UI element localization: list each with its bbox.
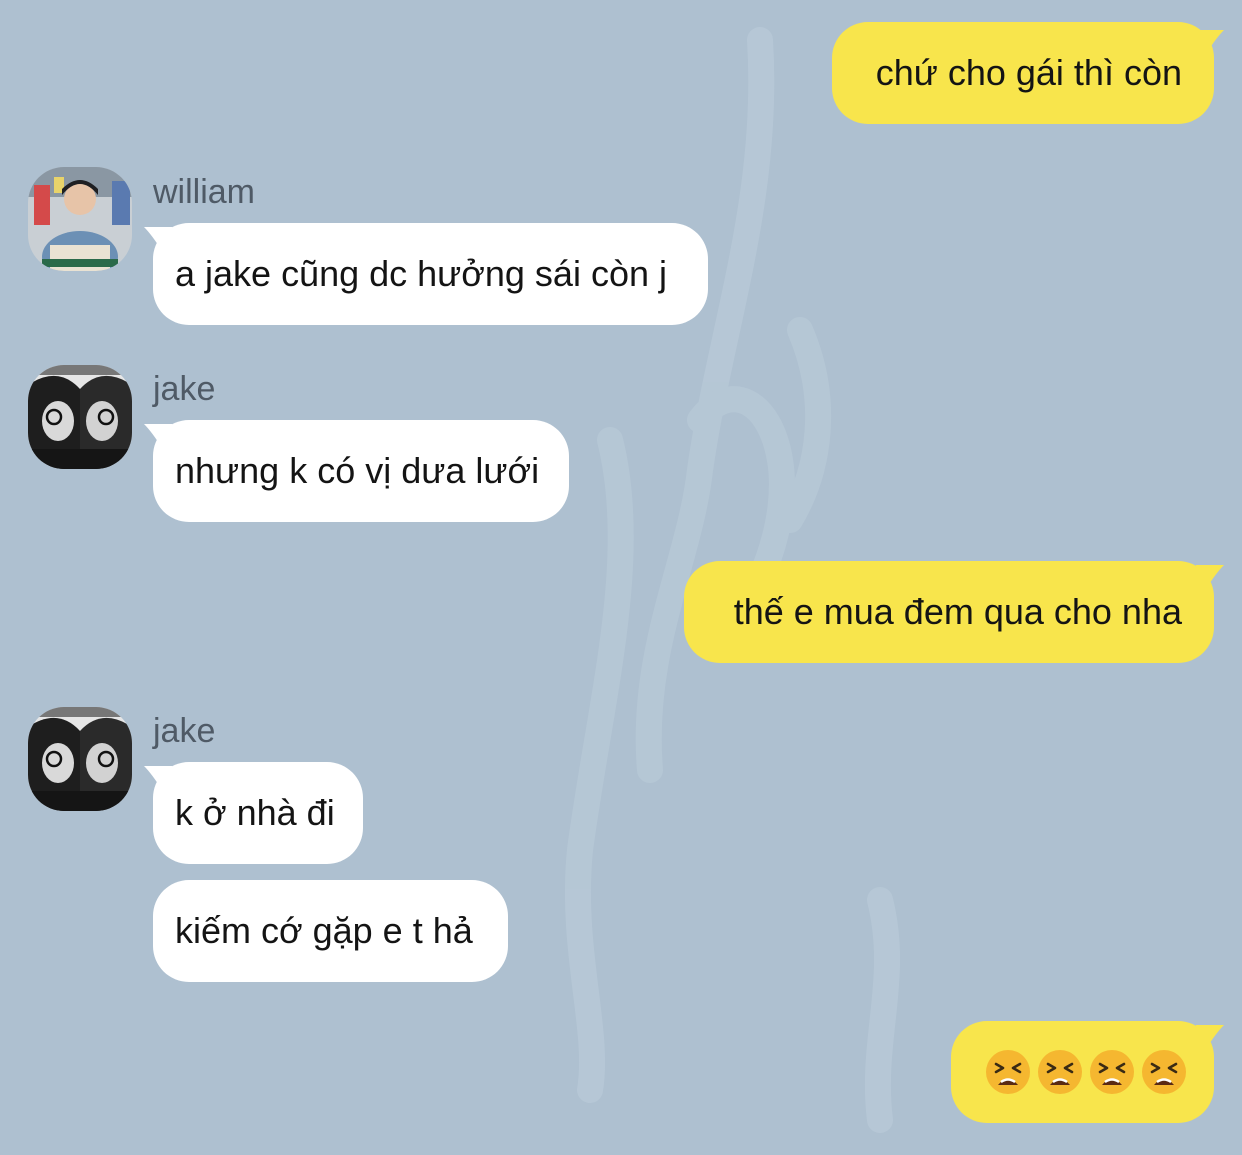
tired-face-emoji (1038, 1050, 1082, 1094)
bubble-tail (144, 424, 172, 450)
tired-face-emoji (1142, 1050, 1186, 1094)
bubble-tail (144, 766, 172, 792)
william-avatar-icon[interactable] (28, 167, 132, 271)
sender-name: jake (153, 370, 216, 408)
bubble-tail (144, 227, 172, 253)
tired-face-emoji (986, 1050, 1030, 1094)
tired-face-emoji (1090, 1050, 1134, 1094)
message-bubble[interactable]: k ở nhà đi (153, 762, 363, 864)
bubble-tail (1196, 1025, 1224, 1051)
bubble-tail (1196, 30, 1224, 56)
sender-name: william (153, 173, 255, 211)
message-bubble[interactable]: thế e mua đem qua cho nha (684, 561, 1214, 663)
message-bubble[interactable]: kiếm cớ gặp e t hả (153, 880, 508, 982)
sender-name: jake (153, 712, 216, 750)
message-bubble[interactable]: a jake cũng dc hưởng sái còn j (153, 223, 708, 325)
jake-avatar-icon[interactable] (28, 365, 132, 469)
message-bubble[interactable]: nhưng k có vị dưa lưới (153, 420, 569, 522)
bubble-tail (1196, 565, 1224, 591)
message-bubble[interactable] (951, 1021, 1214, 1123)
message-bubble[interactable]: chứ cho gái thì còn (832, 22, 1214, 124)
jake-avatar-icon[interactable] (28, 707, 132, 811)
